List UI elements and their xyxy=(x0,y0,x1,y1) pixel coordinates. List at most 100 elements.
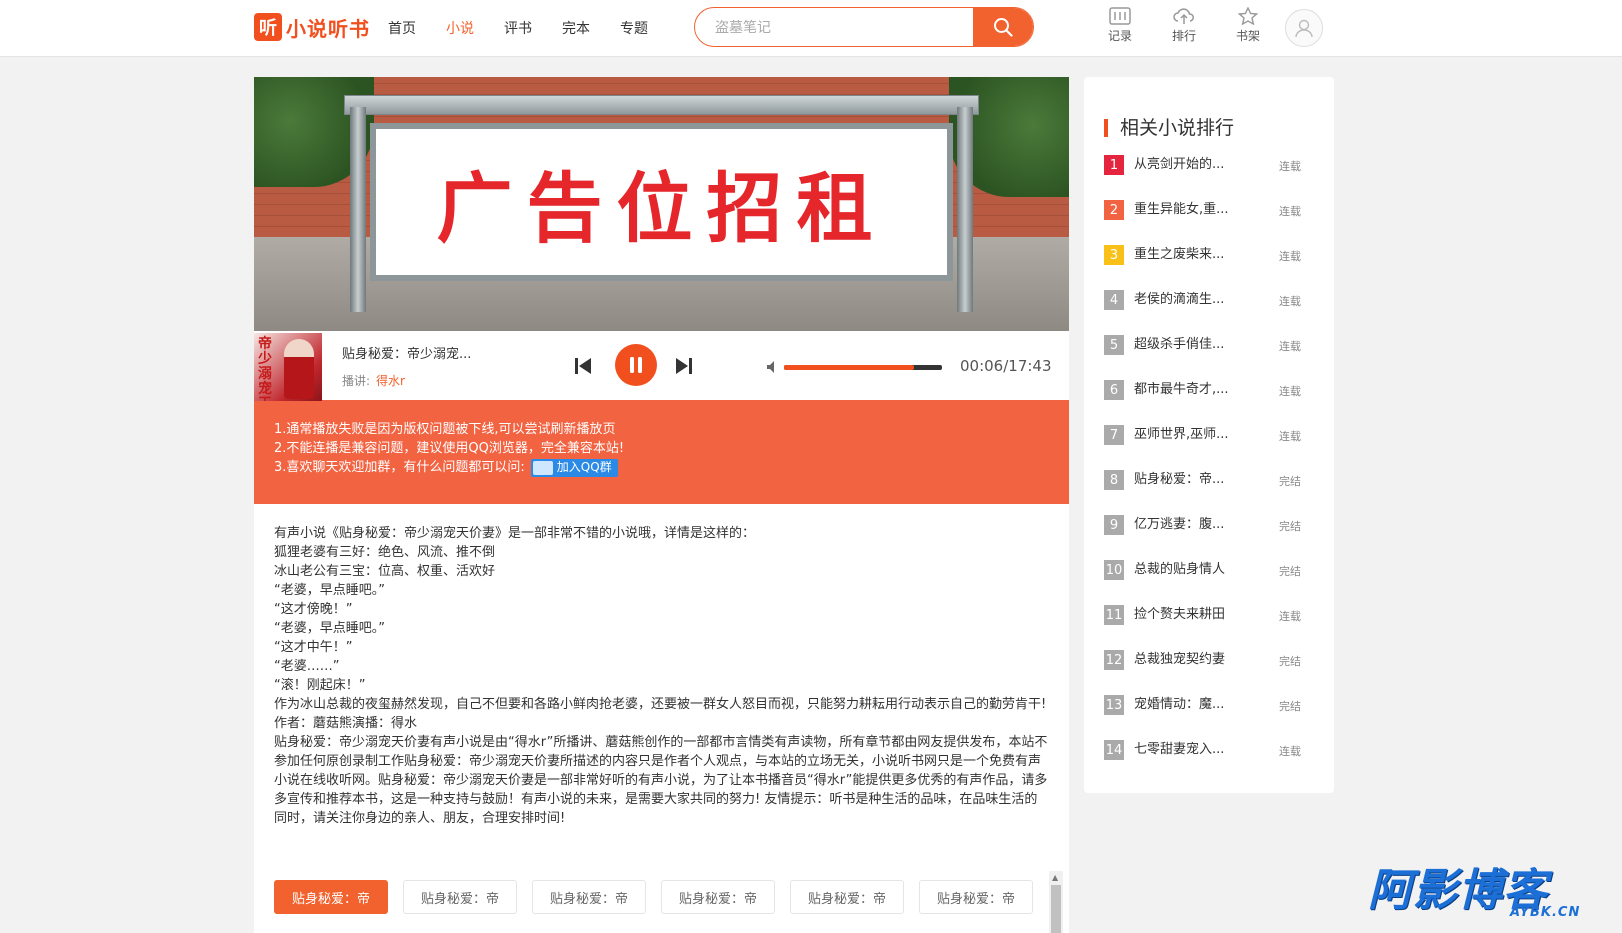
rank-title[interactable]: 巫师世界,巫师... xyxy=(1134,425,1244,445)
nav-topics[interactable]: 专题 xyxy=(620,18,648,38)
rank-item[interactable]: 10 总裁的贴身情人 完结 xyxy=(1104,560,1314,605)
chapter-row: 贴身秘爱：帝 贴身秘爱：帝 贴身秘爱：帝 贴身秘爱：帝 贴身秘爱：帝 贴身秘爱：… xyxy=(274,880,1048,914)
narrator-label: 播讲: xyxy=(342,374,371,388)
rank-title[interactable]: 总裁的贴身情人 xyxy=(1134,560,1244,580)
rank-title[interactable]: 总裁独宠契约妻 xyxy=(1134,650,1244,670)
rank-item[interactable]: 13 宠婚情动：魔... 完结 xyxy=(1104,695,1314,740)
next-button[interactable] xyxy=(674,356,694,380)
rank-list: 1 从亮剑开始的... 连载 2 重生异能女,重... 连载 3 重生之废柴来... 连载 4 老侯… xyxy=(1104,155,1314,785)
rank-title[interactable]: 贴身秘爱：帝... xyxy=(1134,470,1244,490)
rank-title[interactable]: 从亮剑开始的... xyxy=(1134,155,1244,175)
rank-number: 10 xyxy=(1104,560,1124,580)
bookshelf-button[interactable]: 书架 xyxy=(1216,7,1280,44)
user-avatar[interactable] xyxy=(1285,9,1323,47)
history-label: 记录 xyxy=(1107,29,1132,43)
join-qq-group-button[interactable]: 加入QQ群 xyxy=(530,458,618,477)
logo-text: 小说听书 xyxy=(286,16,370,41)
rank-title[interactable]: 超级杀手俏佳... xyxy=(1134,335,1244,355)
history-icon xyxy=(1109,7,1131,25)
rank-item[interactable]: 1 从亮剑开始的... 连载 xyxy=(1104,155,1314,200)
rank-item[interactable]: 12 总裁独宠契约妻 完结 xyxy=(1104,650,1314,695)
rank-item[interactable]: 5 超级杀手俏佳... 连载 xyxy=(1104,335,1314,380)
site-watermark: 阿影博客 AYBK.CN xyxy=(1368,866,1604,928)
chapter-item[interactable]: 贴身秘爱：帝 xyxy=(790,880,904,914)
rank-item[interactable]: 11 捡个赘夫来耕田 连载 xyxy=(1104,605,1314,650)
rank-title[interactable]: 捡个赘夫来耕田 xyxy=(1134,605,1244,625)
chapter-scrollbar[interactable]: ▲ xyxy=(1049,871,1063,933)
nav-home[interactable]: 首页 xyxy=(388,18,416,38)
description-paragraph: “老婆，早点睡吧。” xyxy=(274,621,385,636)
logo-mark: 听 xyxy=(254,13,282,41)
rank-item[interactable]: 9 亿万逃妻：腹... 完结 xyxy=(1104,515,1314,560)
chapter-list: 贴身秘爱：帝 贴身秘爱：帝 贴身秘爱：帝 贴身秘爱：帝 贴身秘爱：帝 贴身秘爱：… xyxy=(254,863,1069,933)
header-tools: 记录 排行 书架 xyxy=(1088,7,1280,44)
rank-number: 12 xyxy=(1104,650,1124,670)
star-icon xyxy=(1238,7,1258,25)
chapter-item[interactable]: 贴身秘爱：帝 xyxy=(661,880,775,914)
rank-number: 4 xyxy=(1104,290,1124,310)
rank-item[interactable]: 6 都市最牛奇才,... 连载 xyxy=(1104,380,1314,425)
nav-novel[interactable]: 小说 xyxy=(446,18,474,38)
rank-status: 连载 xyxy=(1279,745,1301,758)
rank-title[interactable]: 亿万逃妻：腹... xyxy=(1134,515,1244,535)
rank-status: 完结 xyxy=(1279,700,1301,713)
rank-status: 连载 xyxy=(1279,385,1301,398)
progress-fill xyxy=(784,365,914,370)
rank-button[interactable]: 排行 xyxy=(1152,7,1216,44)
previous-button[interactable] xyxy=(573,356,593,380)
description-paragraph: “这才傍晚！” xyxy=(274,602,353,617)
main-nav: 首页 小说 评书 完本 专题 xyxy=(388,18,678,38)
ad-banner[interactable]: 广告位招租 xyxy=(254,77,1069,331)
description-paragraph: 作为冰山总裁的夜玺赫然发现，自己不但要和各路小鲜肉抢老婆，还要被一群女人怒目而视… xyxy=(274,697,1047,712)
pause-icon xyxy=(630,357,642,373)
rank-item[interactable]: 2 重生异能女,重... 连载 xyxy=(1104,200,1314,245)
chapter-item[interactable]: 贴身秘爱：帝 xyxy=(403,880,517,914)
rank-title[interactable]: 七零甜妻宠入... xyxy=(1134,740,1244,760)
join-qq-label: 加入QQ群 xyxy=(556,460,612,474)
description-paragraph: 有声小说《贴身秘爱：帝少溺宠天价妻》是一部非常不错的小说哦，详情是这样的： xyxy=(274,526,756,541)
nav-finished[interactable]: 完本 xyxy=(562,18,590,38)
rank-number: 2 xyxy=(1104,200,1124,220)
chapter-item[interactable]: 贴身秘爱：帝 xyxy=(532,880,646,914)
rank-number: 5 xyxy=(1104,335,1124,355)
search-input[interactable] xyxy=(695,8,975,46)
chapter-item[interactable]: 贴身秘爱：帝 xyxy=(919,880,1033,914)
rank-title[interactable]: 都市最牛奇才,... xyxy=(1134,380,1244,400)
scroll-up-icon[interactable]: ▲ xyxy=(1052,873,1058,882)
rank-status: 连载 xyxy=(1279,250,1301,263)
audio-player: 帝少溺宠天价妻 贴身秘爱：帝少溺宠... 播讲: 得水r 00:06/17:43 xyxy=(254,331,1069,401)
rank-item[interactable]: 4 老侯的滴滴生... 连载 xyxy=(1104,290,1314,335)
rank-number: 1 xyxy=(1104,155,1124,175)
search-button[interactable] xyxy=(973,8,1033,46)
rank-number: 9 xyxy=(1104,515,1124,535)
rank-number: 8 xyxy=(1104,470,1124,490)
rank-item[interactable]: 7 巫师世界,巫师... 连载 xyxy=(1104,425,1314,470)
rank-item[interactable]: 14 七零甜妻宠入... 连载 xyxy=(1104,740,1314,785)
rank-title[interactable]: 重生异能女,重... xyxy=(1134,200,1244,220)
site-logo[interactable]: 听 小说听书 xyxy=(254,12,370,42)
description-paragraph: “滚！刚起床！” xyxy=(274,678,366,693)
pause-button[interactable] xyxy=(615,344,657,386)
playback-time: 00:06/17:43 xyxy=(960,357,1052,375)
player-title: 贴身秘爱：帝少溺宠... xyxy=(342,347,472,362)
nav-pingshu[interactable]: 评书 xyxy=(504,18,532,38)
rank-title[interactable]: 宠婚情动：魔... xyxy=(1134,695,1244,715)
rank-title[interactable]: 老侯的滴滴生... xyxy=(1134,290,1244,310)
progress-bar[interactable] xyxy=(784,365,942,370)
description-paragraph: 作者：蘑菇熊演播：得水 xyxy=(274,716,418,731)
rank-title[interactable]: 重生之废柴来... xyxy=(1134,245,1244,265)
history-button[interactable]: 记录 xyxy=(1088,7,1152,44)
description-paragraph: 冰山老公有三宝：位高、权重、活欢好 xyxy=(274,564,496,579)
chapter-item[interactable]: 贴身秘爱：帝 xyxy=(274,880,388,914)
rank-label: 排行 xyxy=(1171,29,1196,43)
narrator-link[interactable]: 得水r xyxy=(376,374,405,388)
rank-number: 3 xyxy=(1104,245,1124,265)
search-icon xyxy=(994,18,1013,37)
scrollbar-thumb[interactable] xyxy=(1051,885,1061,933)
banner-text: 广告位招租 xyxy=(436,164,887,253)
rank-item[interactable]: 8 贴身秘爱：帝... 完结 xyxy=(1104,470,1314,515)
volume-button[interactable] xyxy=(766,359,778,378)
rank-item[interactable]: 3 重生之废柴来... 连载 xyxy=(1104,245,1314,290)
volume-icon xyxy=(767,361,774,373)
book-cover[interactable]: 帝少溺宠天价妻 xyxy=(254,333,322,401)
